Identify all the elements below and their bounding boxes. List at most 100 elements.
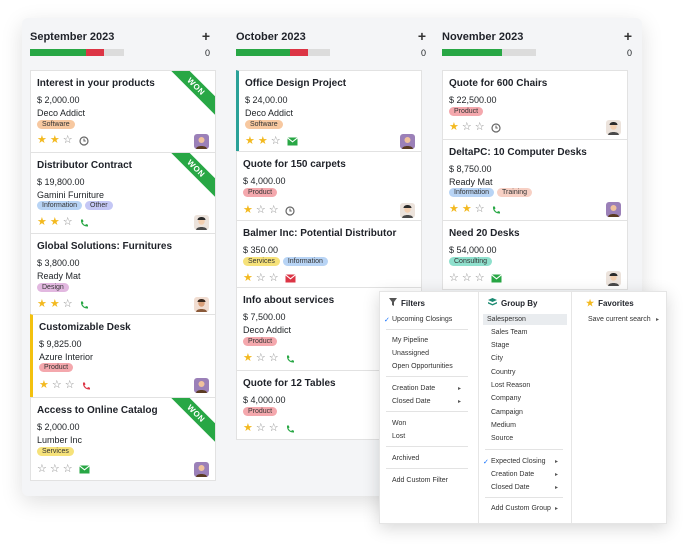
star-icon[interactable]: ☆ xyxy=(269,423,279,434)
priority-stars[interactable]: ★ ★ ☆ xyxy=(37,217,89,228)
clock-icon[interactable] xyxy=(491,122,501,133)
avatar[interactable] xyxy=(400,203,415,218)
avatar[interactable] xyxy=(194,134,209,149)
envelope-icon[interactable] xyxy=(78,465,90,474)
star-icon[interactable]: ☆ xyxy=(63,135,73,146)
priority-stars[interactable]: ★ ★ ☆ xyxy=(449,204,501,215)
clock-icon[interactable] xyxy=(285,205,295,216)
star-icon[interactable]: ☆ xyxy=(63,299,73,310)
filter-closed-date[interactable]: Closed Date xyxy=(392,398,431,405)
opportunity-card[interactable]: Interest in your products $ 2,000.00 Dec… xyxy=(30,70,216,153)
star-icon[interactable]: ★ xyxy=(245,136,255,147)
envelope-icon[interactable] xyxy=(286,137,298,146)
priority-stars[interactable]: ★ ★ ☆ xyxy=(37,299,89,310)
column-progress-bar[interactable] xyxy=(442,49,536,56)
filter-won[interactable]: Won xyxy=(392,420,406,427)
star-icon[interactable]: ☆ xyxy=(475,204,485,215)
avatar[interactable] xyxy=(194,462,209,477)
star-icon[interactable]: ★ xyxy=(449,204,459,215)
star-icon[interactable]: ★ xyxy=(50,299,60,310)
priority-stars[interactable]: ★ ☆ ☆ xyxy=(243,273,296,284)
save-current-search[interactable]: Save current search xyxy=(588,316,651,323)
clock-icon[interactable] xyxy=(79,135,89,146)
star-icon[interactable]: ☆ xyxy=(63,217,73,228)
star-icon[interactable]: ★ xyxy=(50,135,60,146)
star-icon[interactable]: ☆ xyxy=(65,380,75,391)
star-icon[interactable]: ★ xyxy=(462,204,472,215)
phone-icon[interactable] xyxy=(79,218,89,228)
star-icon[interactable]: ☆ xyxy=(256,205,266,216)
plus-icon[interactable]: + xyxy=(624,28,632,44)
envelope-icon[interactable] xyxy=(490,274,502,283)
filter-unassigned[interactable]: Unassigned xyxy=(392,350,429,357)
star-icon[interactable]: ☆ xyxy=(269,353,279,364)
priority-stars[interactable]: ★ ☆ ☆ xyxy=(449,122,501,133)
opportunity-card[interactable]: Balmer Inc: Potential Distributor $ 350.… xyxy=(236,220,422,288)
star-icon[interactable]: ★ xyxy=(243,273,253,284)
star-icon[interactable]: ☆ xyxy=(271,136,281,147)
phone-icon[interactable] xyxy=(491,205,501,215)
star-icon[interactable]: ★ xyxy=(37,135,47,146)
filter-lost[interactable]: Lost xyxy=(392,433,405,440)
avatar[interactable] xyxy=(194,297,209,312)
groupby-company[interactable]: Company xyxy=(491,395,521,402)
star-icon[interactable]: ☆ xyxy=(63,464,73,475)
groupby-expected-closing[interactable]: Expected Closing xyxy=(491,458,545,465)
star-icon[interactable]: ★ xyxy=(258,136,268,147)
star-icon[interactable]: ☆ xyxy=(269,273,279,284)
phone-icon[interactable] xyxy=(81,381,91,391)
star-icon[interactable]: ★ xyxy=(243,353,253,364)
star-icon[interactable]: ☆ xyxy=(256,423,266,434)
star-icon[interactable]: ★ xyxy=(449,122,459,133)
opportunity-card[interactable]: Office Design Project $ 24,00.00 Deco Ad… xyxy=(236,70,422,152)
groupby-city[interactable]: City xyxy=(491,355,503,362)
column-progress-bar[interactable] xyxy=(236,49,330,56)
star-icon[interactable]: ☆ xyxy=(256,353,266,364)
groupby-salesperson[interactable]: Salesperson xyxy=(483,314,567,325)
filter-archived[interactable]: Archived xyxy=(392,455,419,462)
filter-my-pipeline[interactable]: My Pipeline xyxy=(392,337,428,344)
groupby-sales-team[interactable]: Sales Team xyxy=(491,329,527,336)
priority-stars[interactable]: ★ ★ ☆ xyxy=(37,135,89,146)
star-icon[interactable]: ☆ xyxy=(475,122,485,133)
star-icon[interactable]: ☆ xyxy=(50,464,60,475)
avatar[interactable] xyxy=(400,134,415,149)
phone-icon[interactable] xyxy=(285,354,295,364)
priority-stars[interactable]: ★ ☆ ☆ xyxy=(243,423,295,434)
star-icon[interactable]: ☆ xyxy=(269,205,279,216)
star-icon[interactable]: ★ xyxy=(243,423,253,434)
opportunity-card[interactable]: Quote for 150 carpets $ 4,000.00 Product… xyxy=(236,151,422,221)
priority-stars[interactable]: ★ ☆ ☆ xyxy=(39,380,91,391)
plus-icon[interactable]: + xyxy=(202,28,210,44)
star-icon[interactable]: ★ xyxy=(243,205,253,216)
star-icon[interactable]: ★ xyxy=(50,217,60,228)
groupby-campaign[interactable]: Campaign xyxy=(491,409,523,416)
avatar[interactable] xyxy=(194,378,209,393)
filter-upcoming-closings[interactable]: Upcoming Closings xyxy=(392,316,452,323)
opportunity-card[interactable]: Customizable Desk $ 9,825.00 Azure Inter… xyxy=(30,314,216,398)
groupby-stage[interactable]: Stage xyxy=(491,342,509,349)
plus-icon[interactable]: + xyxy=(418,28,426,44)
avatar[interactable] xyxy=(606,271,621,286)
filter-open-opportunities[interactable]: Open Opportunities xyxy=(392,363,453,370)
avatar[interactable] xyxy=(606,120,621,135)
phone-icon[interactable] xyxy=(285,424,295,434)
groupby-lost-reason[interactable]: Lost Reason xyxy=(491,382,530,389)
groupby-medium[interactable]: Medium xyxy=(491,422,516,429)
opportunity-card[interactable]: Distributor Contract $ 19,800.00 Gamini … xyxy=(30,152,216,234)
star-icon[interactable]: ☆ xyxy=(37,464,47,475)
opportunity-card[interactable]: Global Solutions: Furnitures $ 3,800.00 … xyxy=(30,233,216,315)
star-icon[interactable]: ☆ xyxy=(475,273,485,284)
groupby-country[interactable]: Country xyxy=(491,369,516,376)
phone-icon[interactable] xyxy=(79,300,89,310)
opportunity-card[interactable]: Access to Online Catalog $ 2,000.00 Lumb… xyxy=(30,397,216,481)
opportunity-card[interactable]: Need 20 Desks $ 54,000.00 Consulting ☆ ☆ ☆ xyxy=(442,220,628,290)
filter-creation-date[interactable]: Creation Date xyxy=(392,385,435,392)
opportunity-card[interactable]: Quote for 600 Chairs $ 22,500.00 Product… xyxy=(442,70,628,140)
star-icon[interactable]: ★ xyxy=(39,380,49,391)
avatar[interactable] xyxy=(194,215,209,230)
star-icon[interactable]: ★ xyxy=(37,299,47,310)
groupby-closed-date[interactable]: Closed Date xyxy=(491,484,530,491)
star-icon[interactable]: ☆ xyxy=(462,122,472,133)
priority-stars[interactable]: ☆ ☆ ☆ xyxy=(449,273,502,284)
